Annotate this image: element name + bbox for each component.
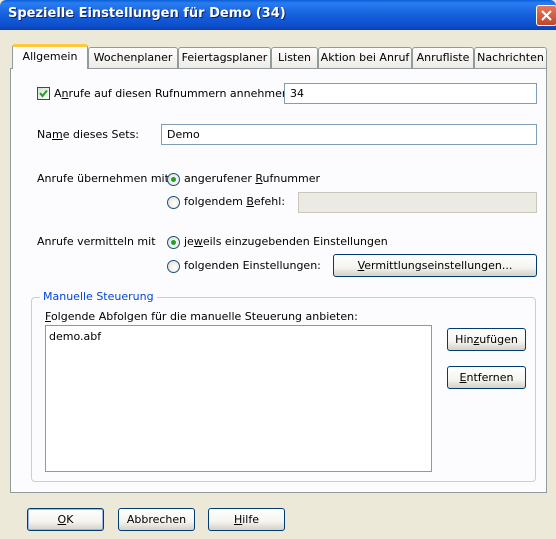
tab-aktion-bei-anruf[interactable]: Aktion bei Anruf [318, 47, 412, 68]
ok-button[interactable]: OK [27, 508, 104, 531]
manual-control-group-label: Manuelle Steuerung [40, 290, 157, 303]
tab-allgemein[interactable]: Allgemein [12, 44, 88, 69]
button-text: ilfe [242, 513, 260, 526]
take-calls-radio-number[interactable] [167, 173, 180, 186]
label-text: Na [37, 128, 52, 141]
label-text: je [184, 235, 194, 248]
tab-wochenplaner[interactable]: Wochenplaner [88, 47, 178, 68]
tab-label: Nachrichten [477, 51, 544, 64]
help-button[interactable]: Hilfe [208, 508, 285, 531]
take-calls-option-number-label[interactable]: angerufener Rufnummer [184, 172, 320, 185]
take-calls-radio-command[interactable] [167, 196, 180, 209]
button-text: ermittlungseinstellungen... [364, 259, 513, 272]
list-item[interactable]: demo.abf [49, 330, 101, 343]
add-sequence-button[interactable]: Hinzufügen [447, 328, 526, 351]
label-accel: m [51, 128, 63, 141]
label-accel: R [255, 172, 263, 185]
button-text: K [66, 513, 74, 526]
label-text: A [54, 87, 62, 100]
cancel-button[interactable]: Abbrechen [118, 508, 195, 531]
forwarding-settings-button[interactable]: Vermittlungseinstellungen... [333, 254, 537, 277]
tab-feiertagsplaner[interactable]: Feiertagsplaner [178, 47, 271, 68]
forward-calls-label: Anrufe vermitteln mit [37, 235, 156, 248]
command-input[interactable] [298, 192, 537, 213]
tab-label: Listen [278, 51, 311, 64]
sequences-list-label: Folgende Abfolgen für die manuelle Steue… [45, 310, 358, 323]
label-accel: B [246, 195, 254, 208]
sequences-listbox[interactable]: demo.abf [45, 325, 432, 472]
button-accel: O [57, 513, 67, 526]
forward-calls-option-following-label[interactable]: folgenden Einstellungen: [184, 259, 321, 272]
tab-anrufliste[interactable]: Anrufliste [412, 47, 474, 68]
close-icon [541, 10, 552, 21]
phone-numbers-input[interactable]: 34 [284, 83, 537, 104]
label-accel: w [193, 235, 203, 248]
tab-label: Allgemein [22, 50, 78, 63]
checkmark-icon [39, 89, 48, 98]
title-bar[interactable]: Spezielle Einstellungen für Demo (34) [0, 0, 556, 30]
label-text: rufe auf diesen Rufnummern annehmen: [68, 87, 293, 100]
button-accel: H [233, 513, 243, 526]
window-title: Spezielle Einstellungen für Demo (34) [8, 6, 286, 21]
button-text: Hin [455, 333, 474, 346]
dialog-window: Spezielle Einstellungen für Demo (34) Al… [0, 0, 556, 539]
accept-calls-checkbox[interactable] [37, 87, 50, 100]
take-calls-option-command-label[interactable]: folgendem Befehl: [184, 195, 285, 208]
label-text: ufnummer [262, 172, 321, 185]
forward-calls-radio-each[interactable] [167, 236, 180, 249]
label-text: angerufener [184, 172, 256, 185]
tab-label: Aktion bei Anruf [320, 51, 410, 64]
label-text: folgendem [184, 195, 247, 208]
set-name-label: Name dieses Sets: [37, 128, 139, 141]
set-name-input[interactable]: Demo [161, 124, 537, 145]
close-button[interactable] [536, 5, 556, 26]
label-text: eils einzugebenden Einstellungen [202, 235, 388, 248]
tab-nachrichten[interactable]: Nachrichten [474, 47, 547, 68]
tab-label: Feiertagsplaner [181, 51, 268, 64]
label-text: efehl: [253, 195, 286, 208]
label-text: e dieses Sets: [62, 128, 139, 141]
forward-calls-option-each-label[interactable]: jeweils einzugebenden Einstellungen [184, 235, 388, 248]
tab-listen[interactable]: Listen [271, 47, 318, 68]
button-text: ntfernen [466, 371, 514, 384]
label-text: olgende Abfolgen für die manuelle Steuer… [50, 310, 358, 323]
accept-calls-label[interactable]: Anrufe auf diesen Rufnummern annehmen: [54, 87, 293, 100]
forward-calls-radio-following[interactable] [167, 260, 180, 273]
button-text: ufügen [479, 333, 518, 346]
remove-sequence-button[interactable]: Entfernen [447, 366, 526, 389]
tab-label: Wochenplaner [93, 51, 173, 64]
label-accel: n [61, 87, 69, 100]
take-calls-label: Anrufe übernehmen mit [37, 172, 169, 185]
tab-label: Anrufliste [416, 51, 470, 64]
